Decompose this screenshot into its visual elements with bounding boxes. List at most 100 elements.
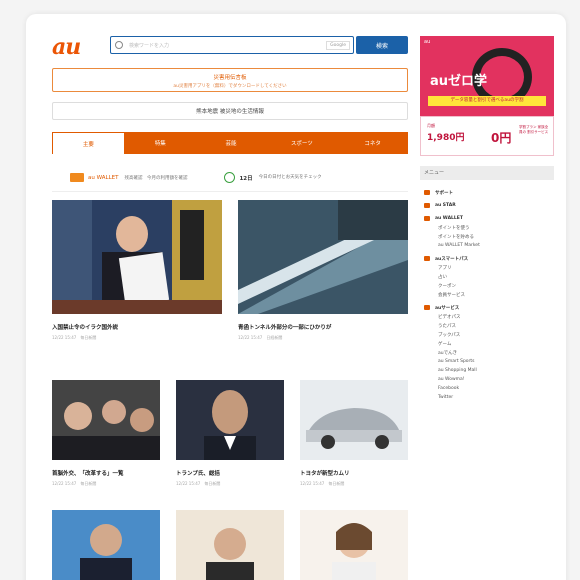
news-caption: 入国禁止令のイラク国外説 [52,325,124,331]
news-meta: 12/22 15:47 毎日新聞 [52,335,97,340]
calendar-icon [224,172,236,183]
search-placeholder: 検索ワードを入力 [129,42,170,49]
news-item[interactable] [176,510,284,580]
sidebar-item-label: au WALLET [435,216,463,221]
date-text[interactable]: 今日の日付とお天気をチェック [259,174,337,181]
ad-price-panel: 月額 1,980円 0円 学割プラン 家族全員の 割引サービス [420,116,554,156]
page-card: au 検索ワードを入力 Google 検索 災害用伝言板 au災害用アプリを（無… [26,14,566,580]
sidebar-item[interactable]: 会員サービス [420,290,554,299]
sidebar-item[interactable]: Facebook [420,384,554,393]
sidebar-item[interactable]: au STAR [420,201,554,210]
news-item[interactable]: トランプ氏、総括 12/22 15:47 毎日新聞 [176,380,284,487]
sidebar-item[interactable]: ブックパス [420,330,554,339]
sidebar-item[interactable]: auスマートパス [420,254,554,263]
news-item[interactable]: 首脳外交、「改革する」一覧 12/22 15:47 毎日新聞 [52,380,160,487]
sidebar-item-label: ポイントを貯める [438,234,474,240]
news-caption: 首脳外交、「改革する」一覧 [52,471,124,477]
news-item[interactable] [300,510,408,580]
ad-corner-label: au [424,39,431,45]
au-zero-gakuwari-ad[interactable]: au auゼロ学 データ容量と割引で選べるauの学割 月額 1,980円 0円 … [420,36,554,156]
sidebar-item[interactable]: ポイントを使う [420,223,554,232]
quake-title: 災害用伝言板 [213,75,247,81]
sidebar-item-label: 会員サービス [438,292,465,298]
news-meta: 12/22 15:47 毎日新聞 [300,481,345,486]
sidebar-item[interactable]: サポート [420,188,554,197]
search-icon [115,41,123,49]
sidebar-item[interactable]: au WALLET [420,214,554,223]
quake-subtitle: au災害用アプリを（無料）でダウンロードしてください [173,84,287,89]
news-photo [176,510,284,580]
sidebar-item-label: auでんき [438,350,458,356]
news-meta: 12/22 15:47 日経新聞 [238,335,283,340]
sidebar-item-label: クーポン [438,283,456,289]
ad-price: 1,980円 [427,133,465,143]
sidebar-item-label: au Wowma! [438,377,465,382]
sidebar-item-label: ビデオパス [438,314,461,320]
news-item[interactable]: 入国禁止令のイラク国外説 12/22 15:47 毎日新聞 [52,200,222,341]
sidebar-item[interactable]: auサービス [420,303,554,312]
news-tabs: 主要 特集 芸能 スポーツ コネタ [52,132,408,154]
sidebar-item-label: サポート [435,190,453,196]
sidebar-item[interactable]: au Shopping Mall [420,366,554,375]
menu-bullet-icon [424,216,430,221]
tab-koneta[interactable]: コネタ [337,132,408,154]
news-photo [300,380,408,460]
sidebar-item[interactable]: クーポン [420,281,554,290]
sidebar-item[interactable]: うたパス [420,321,554,330]
news-meta: 12/22 15:47 毎日新聞 [52,481,97,486]
kumamoto-info-link[interactable]: 熊本地震 被災地の生活情報 [52,102,408,120]
news-photo [52,510,160,580]
tab-feature[interactable]: 特集 [125,132,196,154]
sidebar-item[interactable]: Twitter [420,393,554,402]
search-engine-label: Google [326,40,350,50]
ad-zero-price: 0円 [491,131,512,145]
sidebar-item-label: au Smart Sports [438,359,475,364]
ad-band: データ容量と割引で選べるauの学割 [428,96,546,106]
sidebar-item[interactable]: auでんき [420,348,554,357]
news-caption: 青函トンネル外部分の一部にひかりが [238,325,332,331]
sidebar-item[interactable]: 占い [420,272,554,281]
news-item[interactable]: 青函トンネル外部分の一部にひかりが 12/22 15:47 日経新聞 [238,200,408,341]
news-photo [238,200,408,314]
news-photo [176,380,284,460]
sidebar-item-label: うたパス [438,323,456,329]
au-logo[interactable]: au [52,34,81,60]
info-bar: au WALLET 残高確認 今月の利用額を確認 12日 今日の日付とお天気をチ… [52,164,408,192]
news-photo [52,380,160,460]
tab-sports[interactable]: スポーツ [266,132,337,154]
menu-heading: メニュー [420,166,554,180]
sidebar-item-label: auサービス [435,305,460,311]
sidebar-item[interactable]: ポイントを貯める [420,232,554,241]
wallet-text[interactable]: 残高確認 今月の利用額を確認 [124,175,214,181]
news-photo [52,200,222,314]
news-caption: トランプ氏、総括 [176,471,220,477]
sidebar-item-label: Facebook [438,386,460,391]
menu-bullet-icon [424,203,430,208]
sidebar-item[interactable]: アプリ [420,263,554,272]
wallet-icon [70,173,84,182]
sidebar-item[interactable]: ビデオパス [420,312,554,321]
news-item[interactable]: トヨタが新型カムリ 12/22 15:47 毎日新聞 [300,380,408,487]
sidebar-item-label: au WALLET Market [438,243,480,248]
tab-entertainment[interactable]: 芸能 [196,132,267,154]
tab-main[interactable]: 主要 [52,132,125,154]
sidebar-item-label: auスマートパス [435,256,469,262]
disaster-message-board-banner[interactable]: 災害用伝言板 au災害用アプリを（無料）でダウンロードしてください [52,68,408,92]
sidebar-item[interactable]: au Smart Sports [420,357,554,366]
sidebar-item-label: ブックパス [438,332,461,338]
date-value: 12日 [239,175,253,182]
search-input[interactable]: 検索ワードを入力 Google [110,36,354,54]
sidebar-item-label: Twitter [438,395,454,400]
wallet-name[interactable]: au WALLET [88,175,118,181]
news-meta: 12/22 15:47 毎日新聞 [176,481,221,486]
sidebar-item[interactable]: au Wowma! [420,375,554,384]
sidebar-item[interactable]: au WALLET Market [420,241,554,250]
sidebar-item-label: ポイントを使う [438,225,470,231]
sidebar-item-label: au Shopping Mall [438,368,477,373]
menu-bullet-icon [424,190,430,195]
news-item[interactable] [52,510,160,580]
ad-title: auゼロ学 [430,74,488,89]
news-caption: トヨタが新型カムリ [300,471,350,477]
sidebar-item[interactable]: ゲーム [420,339,554,348]
search-button[interactable]: 検索 [356,36,408,54]
